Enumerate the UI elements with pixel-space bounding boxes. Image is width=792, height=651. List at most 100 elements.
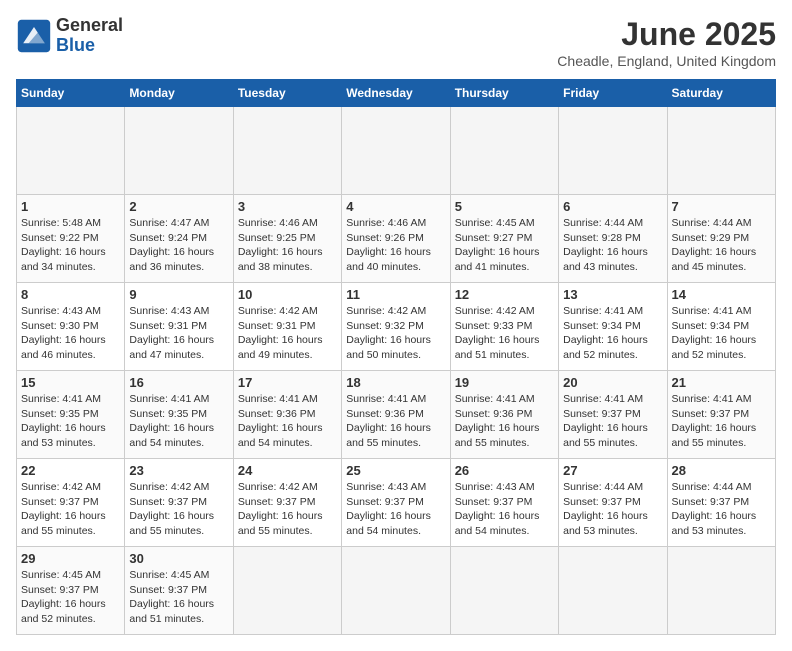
day-info: Sunrise: 5:48 AMSunset: 9:22 PMDaylight:… [21,217,106,273]
weekday-header: Monday [125,80,233,107]
day-number: 25 [346,463,445,478]
calendar-cell: 17 Sunrise: 4:41 AMSunset: 9:36 PMDaylig… [233,371,341,459]
calendar-cell: 9 Sunrise: 4:43 AMSunset: 9:31 PMDayligh… [125,283,233,371]
calendar-week-row: 1 Sunrise: 5:48 AMSunset: 9:22 PMDayligh… [17,195,776,283]
day-number: 1 [21,199,120,214]
weekday-header: Tuesday [233,80,341,107]
calendar-week-row: 8 Sunrise: 4:43 AMSunset: 9:30 PMDayligh… [17,283,776,371]
day-number: 18 [346,375,445,390]
calendar-cell: 5 Sunrise: 4:45 AMSunset: 9:27 PMDayligh… [450,195,558,283]
day-number: 29 [21,551,120,566]
day-info: Sunrise: 4:41 AMSunset: 9:34 PMDaylight:… [672,305,757,361]
day-info: Sunrise: 4:41 AMSunset: 9:37 PMDaylight:… [563,393,648,449]
location: Cheadle, England, United Kingdom [557,53,776,69]
calendar-cell [342,547,450,635]
day-info: Sunrise: 4:44 AMSunset: 9:29 PMDaylight:… [672,217,757,273]
day-number: 19 [455,375,554,390]
day-info: Sunrise: 4:41 AMSunset: 9:36 PMDaylight:… [455,393,540,449]
calendar-cell: 7 Sunrise: 4:44 AMSunset: 9:29 PMDayligh… [667,195,775,283]
day-info: Sunrise: 4:44 AMSunset: 9:37 PMDaylight:… [672,481,757,537]
day-number: 13 [563,287,662,302]
page-header: General Blue June 2025 Cheadle, England,… [16,16,776,69]
calendar-cell: 10 Sunrise: 4:42 AMSunset: 9:31 PMDaylig… [233,283,341,371]
day-number: 24 [238,463,337,478]
calendar-cell: 6 Sunrise: 4:44 AMSunset: 9:28 PMDayligh… [559,195,667,283]
calendar-cell: 2 Sunrise: 4:47 AMSunset: 9:24 PMDayligh… [125,195,233,283]
calendar-cell [17,107,125,195]
calendar-cell: 29 Sunrise: 4:45 AMSunset: 9:37 PMDaylig… [17,547,125,635]
day-number: 14 [672,287,771,302]
day-info: Sunrise: 4:44 AMSunset: 9:28 PMDaylight:… [563,217,648,273]
calendar-cell: 21 Sunrise: 4:41 AMSunset: 9:37 PMDaylig… [667,371,775,459]
calendar-cell: 8 Sunrise: 4:43 AMSunset: 9:30 PMDayligh… [17,283,125,371]
day-info: Sunrise: 4:45 AMSunset: 9:27 PMDaylight:… [455,217,540,273]
day-number: 11 [346,287,445,302]
calendar-cell: 1 Sunrise: 5:48 AMSunset: 9:22 PMDayligh… [17,195,125,283]
calendar-cell [450,547,558,635]
calendar-cell: 24 Sunrise: 4:42 AMSunset: 9:37 PMDaylig… [233,459,341,547]
day-number: 9 [129,287,228,302]
day-number: 23 [129,463,228,478]
day-info: Sunrise: 4:42 AMSunset: 9:37 PMDaylight:… [129,481,214,537]
weekday-header: Wednesday [342,80,450,107]
calendar-table: SundayMondayTuesdayWednesdayThursdayFrid… [16,79,776,635]
calendar-cell [233,107,341,195]
calendar-cell: 14 Sunrise: 4:41 AMSunset: 9:34 PMDaylig… [667,283,775,371]
calendar-week-row: 22 Sunrise: 4:42 AMSunset: 9:37 PMDaylig… [17,459,776,547]
calendar-cell [559,547,667,635]
calendar-cell: 23 Sunrise: 4:42 AMSunset: 9:37 PMDaylig… [125,459,233,547]
day-info: Sunrise: 4:41 AMSunset: 9:36 PMDaylight:… [346,393,431,449]
day-number: 21 [672,375,771,390]
day-number: 12 [455,287,554,302]
day-info: Sunrise: 4:43 AMSunset: 9:30 PMDaylight:… [21,305,106,361]
calendar-cell: 13 Sunrise: 4:41 AMSunset: 9:34 PMDaylig… [559,283,667,371]
calendar-cell: 16 Sunrise: 4:41 AMSunset: 9:35 PMDaylig… [125,371,233,459]
month-title: June 2025 [557,16,776,53]
weekday-header: Friday [559,80,667,107]
day-info: Sunrise: 4:42 AMSunset: 9:31 PMDaylight:… [238,305,323,361]
calendar-cell: 25 Sunrise: 4:43 AMSunset: 9:37 PMDaylig… [342,459,450,547]
day-info: Sunrise: 4:46 AMSunset: 9:26 PMDaylight:… [346,217,431,273]
day-number: 27 [563,463,662,478]
calendar-cell: 20 Sunrise: 4:41 AMSunset: 9:37 PMDaylig… [559,371,667,459]
calendar-cell [233,547,341,635]
day-number: 4 [346,199,445,214]
day-number: 22 [21,463,120,478]
logo-line1: General [56,16,123,36]
calendar-cell: 18 Sunrise: 4:41 AMSunset: 9:36 PMDaylig… [342,371,450,459]
day-info: Sunrise: 4:44 AMSunset: 9:37 PMDaylight:… [563,481,648,537]
calendar-cell [450,107,558,195]
day-number: 15 [21,375,120,390]
day-info: Sunrise: 4:42 AMSunset: 9:33 PMDaylight:… [455,305,540,361]
day-info: Sunrise: 4:41 AMSunset: 9:35 PMDaylight:… [129,393,214,449]
calendar-cell [667,547,775,635]
logo-line2: Blue [56,36,123,56]
day-info: Sunrise: 4:41 AMSunset: 9:36 PMDaylight:… [238,393,323,449]
title-block: June 2025 Cheadle, England, United Kingd… [557,16,776,69]
day-number: 5 [455,199,554,214]
logo: General Blue [16,16,123,56]
weekday-header: Sunday [17,80,125,107]
day-number: 2 [129,199,228,214]
day-number: 8 [21,287,120,302]
day-info: Sunrise: 4:42 AMSunset: 9:37 PMDaylight:… [21,481,106,537]
day-number: 17 [238,375,337,390]
calendar-cell: 27 Sunrise: 4:44 AMSunset: 9:37 PMDaylig… [559,459,667,547]
day-number: 6 [563,199,662,214]
calendar-cell: 19 Sunrise: 4:41 AMSunset: 9:36 PMDaylig… [450,371,558,459]
day-info: Sunrise: 4:47 AMSunset: 9:24 PMDaylight:… [129,217,214,273]
day-number: 28 [672,463,771,478]
day-number: 30 [129,551,228,566]
day-number: 20 [563,375,662,390]
calendar-cell [342,107,450,195]
calendar-week-row [17,107,776,195]
weekday-header: Saturday [667,80,775,107]
calendar-cell: 11 Sunrise: 4:42 AMSunset: 9:32 PMDaylig… [342,283,450,371]
day-number: 10 [238,287,337,302]
calendar-cell [125,107,233,195]
calendar-cell: 12 Sunrise: 4:42 AMSunset: 9:33 PMDaylig… [450,283,558,371]
day-info: Sunrise: 4:41 AMSunset: 9:34 PMDaylight:… [563,305,648,361]
day-number: 16 [129,375,228,390]
day-info: Sunrise: 4:41 AMSunset: 9:37 PMDaylight:… [672,393,757,449]
calendar-week-row: 15 Sunrise: 4:41 AMSunset: 9:35 PMDaylig… [17,371,776,459]
